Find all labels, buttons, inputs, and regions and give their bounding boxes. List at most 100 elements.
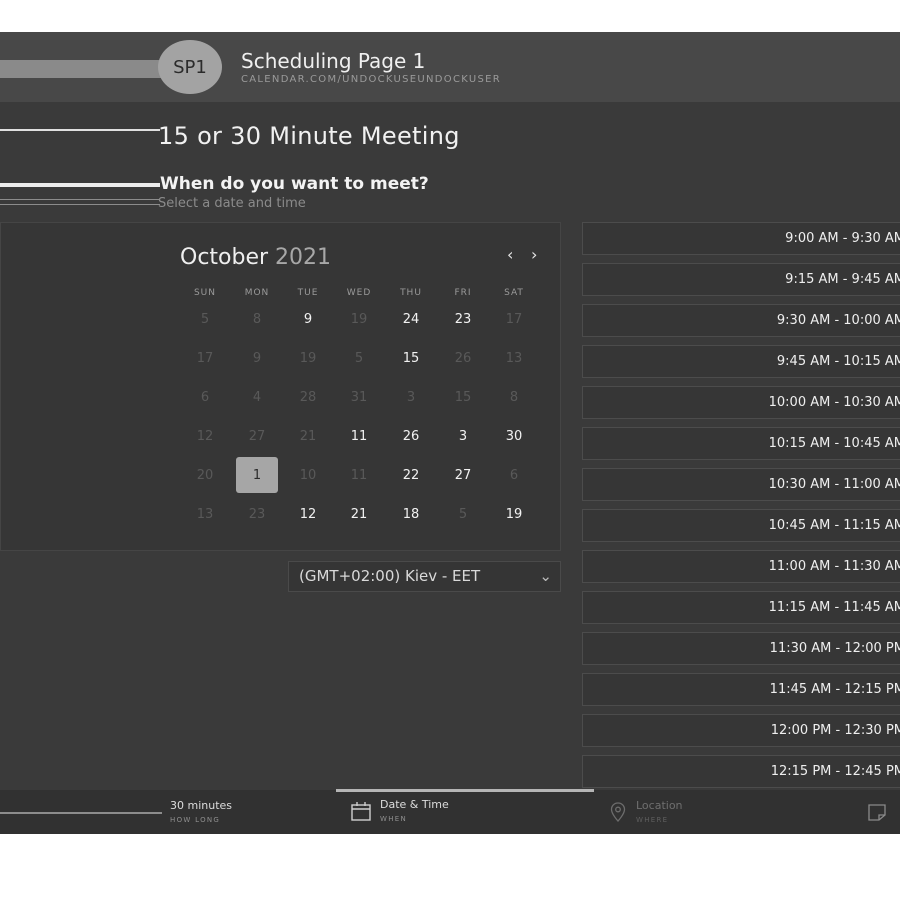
calendar-day[interactable]: 21 bbox=[337, 496, 381, 532]
calendar-day: 28 bbox=[299, 389, 317, 405]
calendar-day: 23 bbox=[248, 506, 266, 522]
time-slot-label: 10:45 AM - 11:15 AM bbox=[768, 518, 900, 533]
time-slot-button[interactable]: 12:00 PM - 12:30 PM bbox=[582, 714, 900, 747]
calendar-day: 13 bbox=[196, 506, 214, 522]
chevron-right-icon[interactable]: › bbox=[531, 245, 537, 264]
calendar-day[interactable]: 24 bbox=[389, 301, 433, 337]
time-slot-label: 9:45 AM - 10:15 AM bbox=[776, 354, 900, 369]
location-pin-icon bbox=[610, 802, 626, 822]
calendar-day[interactable]: 19 bbox=[492, 496, 536, 532]
time-slot-button[interactable]: 9:45 AM - 10:15 AM bbox=[582, 345, 900, 378]
calendar-day[interactable]: 18 bbox=[389, 496, 433, 532]
step-footer: 30 minutes HOW LONG Date & Time WHEN Loc… bbox=[0, 789, 900, 834]
calendar-day: 17 bbox=[505, 311, 523, 327]
time-slot-button[interactable]: 9:00 AM - 9:30 AM bbox=[582, 222, 900, 255]
calendar-day: 15 bbox=[454, 389, 472, 405]
calendar-day: 17 bbox=[196, 350, 214, 366]
calendar-day: 6 bbox=[200, 389, 210, 405]
page-title: Scheduling Page 1 bbox=[241, 49, 426, 73]
time-slot-label: 9:15 AM - 9:45 AM bbox=[785, 272, 900, 287]
date-picker: October 2021 ‹ › SUN MON TUE WED THU FRI SAT 5… bbox=[0, 222, 561, 551]
calendar-day: 26 bbox=[454, 350, 472, 366]
calendar-day[interactable]: 27 bbox=[441, 457, 485, 493]
chevron-down-icon: ⌄ bbox=[539, 567, 552, 585]
time-slot-button[interactable]: 10:30 AM - 11:00 AM bbox=[582, 468, 900, 501]
calendar-day: 10 bbox=[299, 467, 317, 483]
weekday-label: MON bbox=[244, 288, 270, 298]
time-slot-button[interactable]: 10:00 AM - 10:30 AM bbox=[582, 386, 900, 419]
instruction-text: Select a date and time bbox=[158, 196, 306, 211]
time-slot-label: 10:15 AM - 10:45 AM bbox=[768, 436, 900, 451]
time-slot-button[interactable]: 10:15 AM - 10:45 AM bbox=[582, 427, 900, 460]
calendar-day[interactable]: 3 bbox=[441, 418, 485, 454]
time-slot-button[interactable]: 11:00 AM - 11:30 AM bbox=[582, 550, 900, 583]
step-location[interactable]: Location bbox=[636, 799, 683, 812]
calendar-day: 8 bbox=[252, 311, 262, 327]
calendar-day: 8 bbox=[509, 389, 519, 405]
calendar-day-selected[interactable]: 1 bbox=[236, 457, 278, 493]
time-slot-button[interactable]: 11:15 AM - 11:45 AM bbox=[582, 591, 900, 624]
footer-bar-decoration bbox=[0, 812, 162, 814]
note-icon[interactable] bbox=[868, 804, 886, 821]
heading-underline-decoration bbox=[0, 129, 160, 131]
calendar-day: 19 bbox=[299, 350, 317, 366]
step-date-time-sub: WHEN bbox=[380, 815, 408, 823]
scheduling-app: SP1 Scheduling Page 1 CALENDAR.COM/UNDOC… bbox=[0, 32, 900, 834]
header-bar-decoration bbox=[0, 60, 170, 78]
time-slot-label: 9:30 AM - 10:00 AM bbox=[776, 313, 900, 328]
calendar-day[interactable]: 12 bbox=[286, 496, 330, 532]
weekday-label: THU bbox=[400, 288, 422, 298]
calendar-day: 6 bbox=[509, 467, 519, 483]
time-slot-label: 10:00 AM - 10:30 AM bbox=[768, 395, 900, 410]
calendar-day[interactable]: 26 bbox=[389, 418, 433, 454]
time-slot-label: 11:00 AM - 11:30 AM bbox=[768, 559, 900, 574]
month-name: October bbox=[180, 245, 269, 270]
time-slot-button[interactable]: 11:30 AM - 12:00 PM bbox=[582, 632, 900, 665]
calendar-day: 11 bbox=[350, 467, 368, 483]
subheading-bar-decoration bbox=[0, 183, 160, 187]
weekday-label: FRI bbox=[454, 288, 472, 298]
time-slot-button[interactable]: 12:15 PM - 12:45 PM bbox=[582, 755, 900, 788]
month-label: October 2021 bbox=[180, 245, 331, 270]
duration-sub: HOW LONG bbox=[170, 816, 221, 824]
step-location-sub: WHERE bbox=[636, 816, 669, 824]
calendar-day[interactable]: 15 bbox=[389, 340, 433, 376]
timezone-value: (GMT+02:00) Kiev - EET bbox=[299, 567, 481, 585]
calendar-day: 5 bbox=[354, 350, 364, 366]
time-slot-button[interactable]: 10:45 AM - 11:15 AM bbox=[582, 509, 900, 542]
calendar-day[interactable]: 22 bbox=[389, 457, 433, 493]
year-name: 2021 bbox=[275, 245, 332, 270]
calendar-day[interactable]: 30 bbox=[492, 418, 536, 454]
calendar-day: 3 bbox=[406, 389, 416, 405]
calendar-day[interactable]: 9 bbox=[286, 301, 330, 337]
meeting-question: When do you want to meet? bbox=[160, 174, 429, 194]
timezone-select[interactable]: (GMT+02:00) Kiev - EET ⌄ bbox=[288, 561, 561, 592]
time-slot-label: 12:00 PM - 12:30 PM bbox=[770, 723, 900, 738]
time-slot-button[interactable]: 11:45 AM - 12:15 PM bbox=[582, 673, 900, 706]
calendar-day: 31 bbox=[350, 389, 368, 405]
subtext-line-decoration bbox=[0, 199, 160, 200]
calendar-day: 5 bbox=[458, 506, 468, 522]
time-slot-button[interactable]: 9:30 AM - 10:00 AM bbox=[582, 304, 900, 337]
calendar-day: 9 bbox=[252, 350, 262, 366]
time-slot-label: 11:45 AM - 12:15 PM bbox=[769, 682, 900, 697]
step-date-time[interactable]: Date & Time bbox=[380, 798, 449, 811]
calendar-day: 21 bbox=[299, 428, 317, 444]
calendar-day: 19 bbox=[350, 311, 368, 327]
calendar-day: 4 bbox=[252, 389, 262, 405]
weekday-label: TUE bbox=[297, 288, 319, 298]
time-slot-list[interactable]: 9:00 AM - 9:30 AM 9:15 AM - 9:45 AM 9:30 A… bbox=[582, 222, 900, 792]
calendar-day: 27 bbox=[248, 428, 266, 444]
time-slot-button[interactable]: 9:15 AM - 9:45 AM bbox=[582, 263, 900, 296]
calendar-day: 13 bbox=[505, 350, 523, 366]
page-url: CALENDAR.COM/UNDOCKUSEUNDOCKUSER bbox=[241, 74, 501, 85]
calendar-day[interactable]: 11 bbox=[337, 418, 381, 454]
calendar-day: 5 bbox=[200, 311, 210, 327]
calendar-day: 12 bbox=[196, 428, 214, 444]
calendar-day[interactable]: 23 bbox=[441, 301, 485, 337]
chevron-left-icon[interactable]: ‹ bbox=[507, 245, 513, 264]
avatar: SP1 bbox=[158, 40, 222, 94]
header: SP1 Scheduling Page 1 CALENDAR.COM/UNDOC… bbox=[0, 32, 900, 102]
time-slot-label: 10:30 AM - 11:00 AM bbox=[768, 477, 900, 492]
time-slot-label: 11:15 AM - 11:45 AM bbox=[768, 600, 900, 615]
